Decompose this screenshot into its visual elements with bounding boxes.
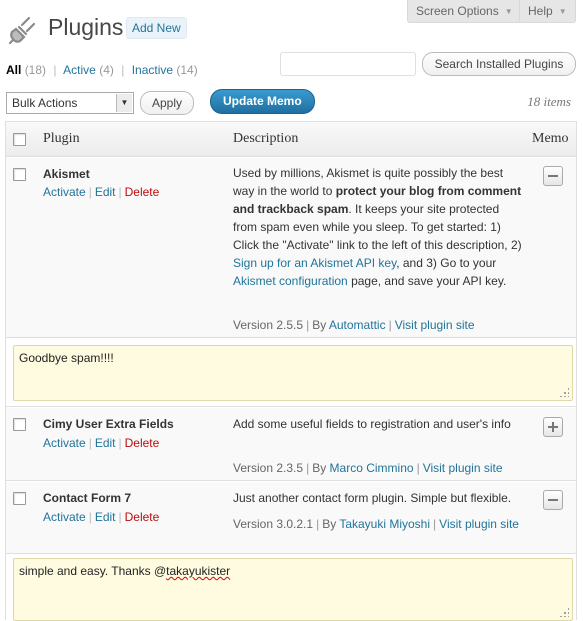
activate-link[interactable]: Activate [43,436,86,450]
plugin-description: Add some useful fields to registration a… [233,417,511,431]
collapse-memo-button[interactable] [543,166,563,186]
plugin-status-filters: All (18) | Active (4) | Inactive (14) [6,63,198,77]
plugin-meta: Version 3.0.2.1 | By Takayuki Miyoshi | Visi… [233,517,519,531]
help-tab[interactable]: Help ▼ [519,0,576,23]
items-count: 18 items [527,94,571,109]
plugin-meta: Version 2.3.5 | By Marco Cimmino | Visit plu… [233,461,503,475]
row-checkbox[interactable] [13,418,26,431]
edit-link[interactable]: Edit [95,185,116,199]
chevron-down-icon: ▼ [558,7,567,16]
delete-link[interactable]: Delete [125,510,160,524]
expand-memo-button[interactable] [543,417,563,437]
select-all-checkbox[interactable] [13,133,26,146]
column-plugin: Plugin [43,131,80,146]
column-description: Description [233,131,299,146]
plugin-version: Version 3.0.2.1 [233,517,314,531]
filter-all-count: (18) [24,63,47,77]
row-actions: Activate | Edit | Delete [43,510,160,524]
table-header: Plugin Description Memo [6,122,576,157]
bulk-actions-select[interactable]: Bulk Actions ▼ [6,92,134,114]
memo-row: simple and easy. Thanks @takayukister [6,554,576,621]
filter-active-count: (4) [99,63,114,77]
plugin-site-link[interactable]: Visit plugin site [423,461,503,475]
row-checkbox[interactable] [13,492,26,505]
screen-options-tab[interactable]: Screen Options ▼ [407,0,522,23]
author-link[interactable]: Marco Cimmino [330,461,414,475]
filter-inactive-count: (14) [176,63,198,77]
akismet-config-link[interactable]: Akismet configuration [233,274,348,288]
plugin-description: Used by millions, Akismet is quite possi… [233,166,522,288]
author-link[interactable]: Takayuki Miyoshi [339,517,430,531]
plugin-meta: Version 2.5.5 | By Automattic | Visit plugin… [233,318,475,332]
memo-textarea[interactable]: Goodbye spam!!!! [13,345,573,401]
plugin-version: Version 2.5.5 [233,318,304,332]
table-row: Akismet Activate | Edit | Delete Used by mil… [6,157,576,338]
screen-options-label: Screen Options [416,4,499,18]
minus-icon [548,499,558,501]
filter-active[interactable]: Active [63,63,96,77]
activate-link[interactable]: Activate [43,185,86,199]
memo-textarea[interactable]: simple and easy. Thanks @takayukister [13,558,573,621]
resize-handle-icon[interactable] [559,607,569,617]
chevron-down-icon: ▼ [116,94,132,112]
row-actions: Activate | Edit | Delete [43,436,160,450]
activate-link[interactable]: Activate [43,510,86,524]
page-title: Plugins [48,14,124,40]
update-memo-button[interactable]: Update Memo [210,89,315,114]
collapse-memo-button[interactable] [543,490,563,510]
plugin-site-link[interactable]: Visit plugin site [439,517,519,531]
plugin-name: Akismet [43,167,90,181]
chevron-down-icon: ▼ [504,7,513,16]
table-row: Contact Form 7 Activate | Edit | Delete Just… [6,481,576,554]
row-actions: Activate | Edit | Delete [43,185,160,199]
plugin-description: Just another contact form plugin. Simple… [233,491,512,505]
plugins-table: Plugin Description Memo Akismet Activate… [5,121,577,621]
filter-all[interactable]: All [6,63,21,77]
plugin-site-link[interactable]: Visit plugin site [395,318,475,332]
apply-button[interactable]: Apply [140,91,194,115]
akismet-api-key-link[interactable]: Sign up for an Akismet API key [233,256,396,270]
filter-inactive[interactable]: Inactive [132,63,173,77]
edit-link[interactable]: Edit [95,436,116,450]
table-row: Cimy User Extra Fields Activate | Edit | Del… [6,407,576,481]
plugin-version: Version 2.3.5 [233,461,304,475]
add-new-button[interactable]: Add New [126,17,187,39]
search-plugins-button[interactable]: Search Installed Plugins [422,52,576,76]
minus-icon [548,175,558,177]
edit-link[interactable]: Edit [95,510,116,524]
author-link[interactable]: Automattic [329,318,386,332]
resize-handle-icon[interactable] [559,387,569,397]
delete-link[interactable]: Delete [125,436,160,450]
help-label: Help [528,4,553,18]
row-checkbox[interactable] [13,168,26,181]
bulk-actions-value: Bulk Actions [12,96,78,110]
search-input[interactable] [280,52,416,76]
plugin-name: Contact Form 7 [43,491,132,505]
plugin-name: Cimy User Extra Fields [43,417,174,431]
delete-link[interactable]: Delete [125,185,160,199]
memo-row: Goodbye spam!!!! [6,338,576,407]
plugin-icon [8,16,36,45]
column-memo: Memo [532,131,569,146]
